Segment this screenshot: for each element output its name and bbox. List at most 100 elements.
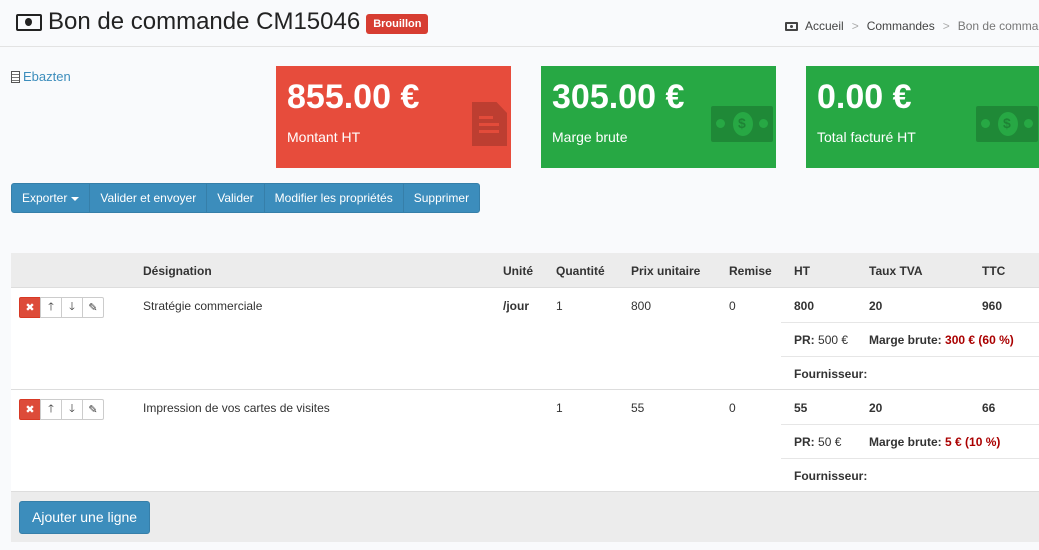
table-header: Désignation Unité Quantité Prix unitaire… xyxy=(11,253,1039,288)
company-name[interactable]: Ebazten xyxy=(23,69,71,84)
delete-row-button[interactable]: ✖ xyxy=(19,399,41,420)
move-up-button[interactable]: 🡑 xyxy=(40,399,62,420)
action-toolbar: Exporter Valider et envoyer Valider Modi… xyxy=(11,183,481,213)
breadcrumb-current: Bon de commande xyxy=(957,19,1039,33)
money-bill-icon xyxy=(711,106,773,142)
header-ht: HT xyxy=(794,264,810,278)
row-actions: ✖ 🡑 🡓 ✎ xyxy=(19,297,104,318)
stat-label: Total facturé HT xyxy=(817,129,916,145)
stat-box-amount-ht: 855.00 € Montant HT xyxy=(276,66,511,168)
home-money-icon xyxy=(785,21,798,31)
arrow-up-icon: 🡑 xyxy=(48,301,54,313)
cell-vat-rate: 20 xyxy=(869,401,883,415)
gross-margin: Marge brute: 5 € (10 %) xyxy=(869,435,1000,449)
gross-margin-label: Marge brute: xyxy=(869,333,942,347)
purchase-price-label: PR: xyxy=(794,333,815,347)
cell-discount: 0 xyxy=(729,401,736,415)
supplier-label: Fournisseur: xyxy=(794,469,868,483)
edit-icon: ✎ xyxy=(88,302,98,314)
cell-vat-rate: 20 xyxy=(869,299,883,313)
purchase-price-value: 500 € xyxy=(818,333,849,347)
page-header: Bon de commande CM15046 Brouillon Accuei… xyxy=(0,0,1039,47)
table-row: ✖ 🡑 🡓 ✎ Stratégie commerciale /jour 1 80… xyxy=(11,288,1039,390)
breadcrumb-separator: > xyxy=(942,19,950,33)
edit-row-button[interactable]: ✎ xyxy=(82,399,104,420)
divider xyxy=(781,322,1039,323)
status-badge: Brouillon xyxy=(366,13,429,34)
table-row: ✖ 🡑 🡓 ✎ Impression de vos cartes de visi… xyxy=(11,390,1039,492)
cell-ht: 800 xyxy=(794,299,815,313)
stat-box-gross-margin: 305.00 € Marge brute xyxy=(541,66,776,168)
cell-quantity: 1 xyxy=(556,401,563,415)
arrow-down-icon: 🡓 xyxy=(69,301,75,313)
gross-margin: Marge brute: 300 € (60 %) xyxy=(869,333,1014,347)
move-up-button[interactable]: 🡑 xyxy=(40,297,62,318)
arrow-up-icon: 🡑 xyxy=(48,403,54,415)
header-vat-rate: Taux TVA xyxy=(869,264,923,278)
move-down-button[interactable]: 🡓 xyxy=(61,399,83,420)
breadcrumb-home[interactable]: Accueil xyxy=(805,19,844,33)
delete-button[interactable]: Supprimer xyxy=(404,184,479,212)
close-icon: ✖ xyxy=(25,404,35,416)
header-unit: Unité xyxy=(503,264,533,278)
company-link[interactable]: Ebazten xyxy=(11,69,71,84)
close-icon: ✖ xyxy=(25,302,35,314)
purchase-price-value: 50 € xyxy=(818,435,842,449)
page-title-text: Bon de commande CM15046 xyxy=(48,8,361,35)
edit-properties-button[interactable]: Modifier les propriétés xyxy=(265,184,404,212)
cell-quantity: 1 xyxy=(556,299,563,313)
validate-send-button[interactable]: Valider et envoyer xyxy=(90,184,208,212)
cell-ht: 55 xyxy=(794,401,808,415)
add-line-button[interactable]: Ajouter une ligne xyxy=(19,501,151,534)
move-down-button[interactable]: 🡓 xyxy=(61,297,83,318)
document-icon xyxy=(472,102,507,146)
gross-margin-label: Marge brute: xyxy=(869,435,942,449)
header-designation: Désignation xyxy=(143,264,212,278)
cell-designation: Stratégie commerciale xyxy=(143,299,263,313)
cell-designation: Impression de vos cartes de visites xyxy=(143,401,330,415)
cell-ttc: 960 xyxy=(982,299,1003,313)
breadcrumb: Accueil > Commandes > Bon de commande xyxy=(785,19,1039,33)
cell-unit-price: 55 xyxy=(631,401,645,415)
money-bill-icon xyxy=(16,13,42,31)
arrow-down-icon: 🡓 xyxy=(69,403,75,415)
table-footer: Ajouter une ligne xyxy=(11,492,1039,542)
purchase-price: PR: 50 € xyxy=(794,435,841,449)
gross-margin-value: 5 € (10 %) xyxy=(945,435,1001,449)
header-discount: Remise xyxy=(729,264,772,278)
purchase-price: PR: 500 € xyxy=(794,333,848,347)
gross-margin-value: 300 € (60 %) xyxy=(945,333,1014,347)
delete-row-button[interactable]: ✖ xyxy=(19,297,41,318)
breadcrumb-orders[interactable]: Commandes xyxy=(867,19,935,33)
header-quantity: Quantité xyxy=(556,264,605,278)
page-title: Bon de commande CM15046 Brouillon xyxy=(16,8,429,36)
cell-unit-price: 800 xyxy=(631,299,652,313)
divider xyxy=(781,458,1039,459)
cell-discount: 0 xyxy=(729,299,736,313)
row-actions: ✖ 🡑 🡓 ✎ xyxy=(19,399,104,420)
breadcrumb-separator: > xyxy=(851,19,859,33)
supplier-label: Fournisseur: xyxy=(794,367,868,381)
edit-row-button[interactable]: ✎ xyxy=(82,297,104,318)
cell-ttc: 66 xyxy=(982,401,996,415)
stat-value: 305.00 € xyxy=(552,78,685,116)
caret-down-icon xyxy=(71,196,80,201)
header-unit-price: Prix unitaire xyxy=(631,264,701,278)
divider xyxy=(781,424,1039,425)
stat-label: Marge brute xyxy=(552,129,628,145)
stat-box-total-invoiced: 0.00 € Total facturé HT xyxy=(806,66,1039,168)
money-bill-icon xyxy=(976,106,1038,142)
edit-icon: ✎ xyxy=(88,404,98,416)
stat-value: 855.00 € xyxy=(287,78,420,116)
validate-button[interactable]: Valider xyxy=(207,184,265,212)
divider xyxy=(781,356,1039,357)
header-ttc: TTC xyxy=(982,264,1006,278)
stat-label: Montant HT xyxy=(287,129,361,145)
purchase-price-label: PR: xyxy=(794,435,815,449)
building-icon xyxy=(11,70,20,83)
order-lines-table: Désignation Unité Quantité Prix unitaire… xyxy=(11,253,1039,542)
export-label: Exporter xyxy=(22,191,68,205)
export-dropdown-button[interactable]: Exporter xyxy=(12,184,91,212)
cell-unit: /jour xyxy=(503,299,529,313)
stat-value: 0.00 € xyxy=(817,78,912,116)
